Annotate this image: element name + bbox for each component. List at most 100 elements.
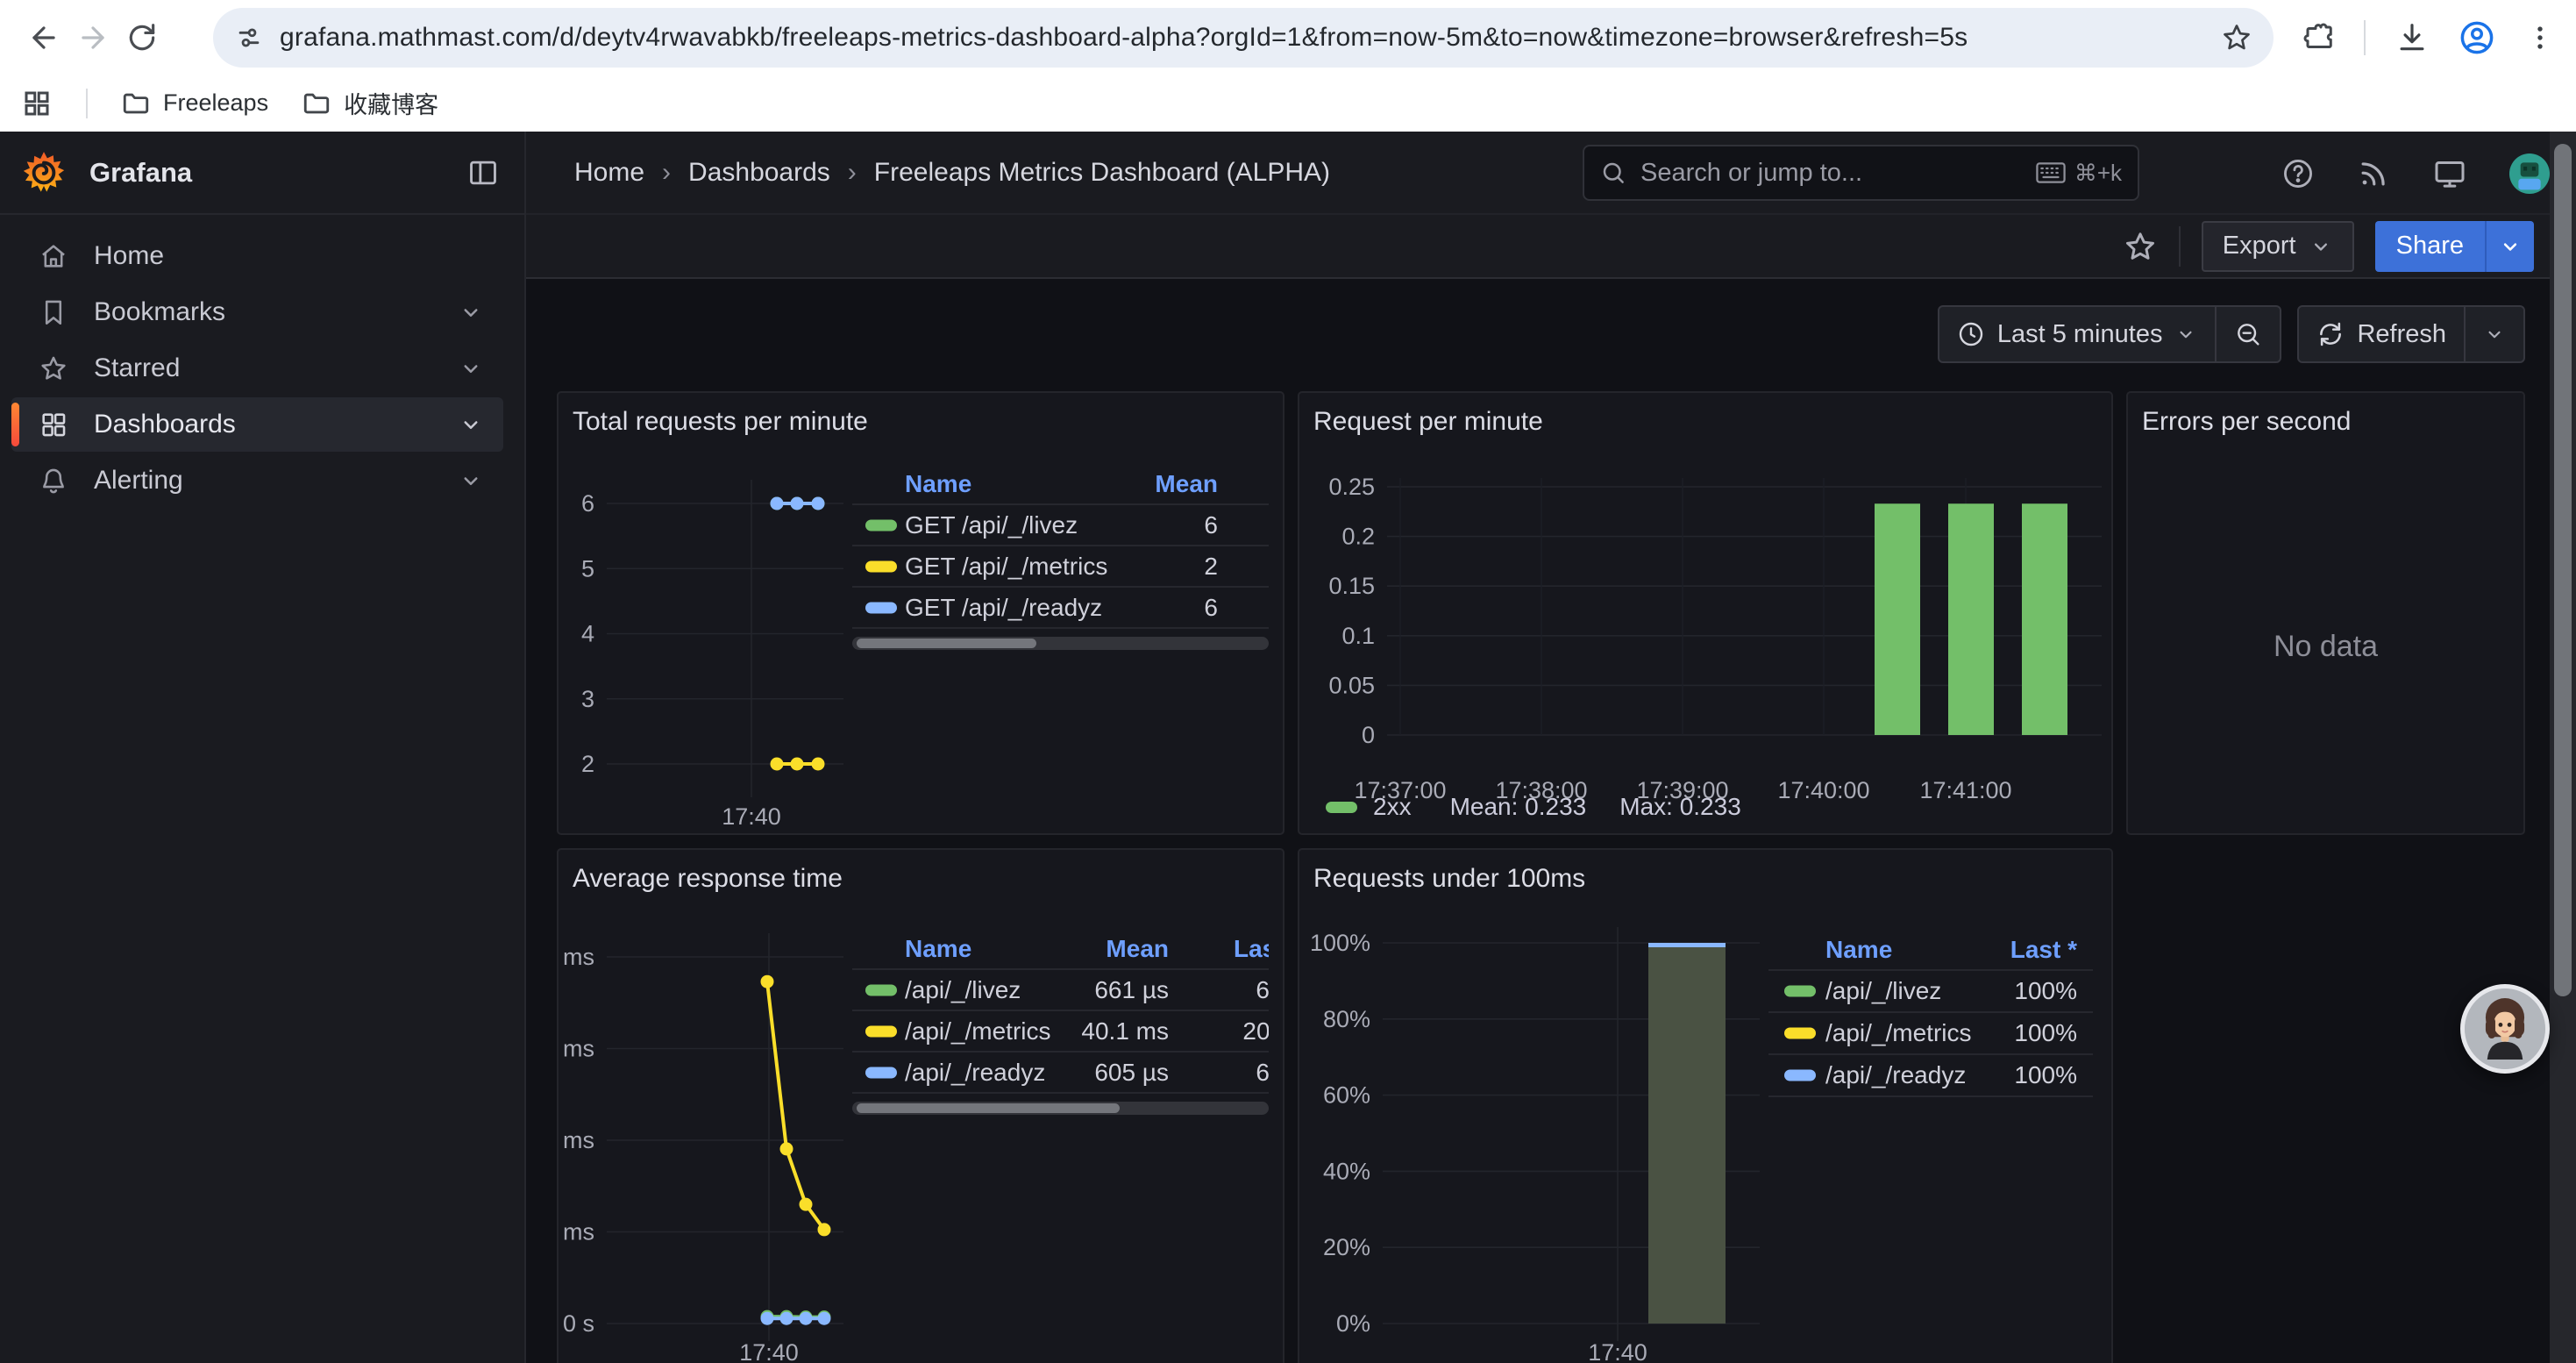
legend-row[interactable]: /api/_/readyz100% xyxy=(1768,1055,2093,1097)
panel-title[interactable]: Request per minute xyxy=(1313,407,1543,437)
reload-icon xyxy=(125,21,159,54)
legend-row[interactable]: GET /api/_/livez6 xyxy=(852,505,1269,546)
breadcrumb-home[interactable]: Home xyxy=(574,158,644,188)
svg-text:0.15: 0.15 xyxy=(1328,573,1375,599)
download-icon[interactable] xyxy=(2395,21,2429,54)
legend-scrollbar-thumb[interactable] xyxy=(857,639,1036,648)
svg-text:0 s: 0 s xyxy=(563,1310,594,1337)
series-color-pill xyxy=(1784,986,1816,997)
legend-cell: 100% xyxy=(2014,1061,2077,1089)
url-text[interactable]: grafana.mathmast.com/d/deytv4rwavabkb/fr… xyxy=(280,23,2221,53)
panel-title[interactable]: Average response time xyxy=(573,864,843,894)
series-color-pill xyxy=(865,602,897,613)
bookmark-folder-blogs[interactable]: 收藏博客 xyxy=(302,86,438,120)
page-scrollbar-thumb[interactable] xyxy=(2554,144,2572,996)
breadcrumb-dashboards[interactable]: Dashboards xyxy=(688,158,830,188)
news-rss-icon[interactable] xyxy=(2357,157,2390,190)
browser-back-button[interactable] xyxy=(19,13,68,62)
grafana-main: Home › Dashboards › Freeleaps Metrics Da… xyxy=(526,132,2576,1363)
site-settings-icon[interactable] xyxy=(234,23,264,53)
refresh-interval-dropdown[interactable] xyxy=(2464,307,2523,361)
panel-errors-per-second[interactable]: Errors per second No data xyxy=(2126,391,2525,835)
browser-forward-button[interactable] xyxy=(68,13,117,62)
sidebar-item-alerting[interactable]: Alerting xyxy=(11,453,503,508)
sidebar-item-dashboards[interactable]: Dashboards xyxy=(11,397,503,452)
panel-title[interactable]: Errors per second xyxy=(2142,407,2351,437)
zoom-out-button[interactable] xyxy=(2215,307,2280,361)
legend-row[interactable]: GET /api/_/metrics2 xyxy=(852,546,1269,588)
time-range-picker[interactable]: Last 5 minutes xyxy=(1939,307,2216,361)
legend-column-header[interactable]: Mean xyxy=(1155,470,1218,498)
sidebar-item-home[interactable]: Home xyxy=(11,229,503,283)
legend-series-name[interactable]: 2xx xyxy=(1373,793,1412,821)
legend-cell: /api/_/metrics xyxy=(905,1017,1051,1045)
series-color-pill xyxy=(1784,1028,1816,1039)
legend-scrollbar-track[interactable] xyxy=(852,1102,1269,1115)
sidebar-item-label: Starred xyxy=(94,353,180,383)
legend-cell: GET /api/_/metrics xyxy=(905,553,1107,581)
legend-row[interactable]: /api/_/metrics100% xyxy=(1768,1013,2093,1055)
panel-title[interactable]: Requests under 100ms xyxy=(1313,864,1585,894)
chevron-down-icon[interactable] xyxy=(458,467,484,494)
legend-row[interactable]: /api/_/livez100% xyxy=(1768,971,2093,1013)
breadcrumb-current: Freeleaps Metrics Dashboard (ALPHA) xyxy=(874,158,1330,188)
sidebar-collapse-icon[interactable] xyxy=(466,156,500,189)
legend-column-header[interactable]: Name xyxy=(905,470,971,498)
arrow-left-icon xyxy=(27,21,60,54)
export-button[interactable]: Export xyxy=(2202,221,2354,272)
total-requests-legend-table: NameMeanGET /api/_/livez6GET /api/_/metr… xyxy=(852,465,1269,650)
page-scrollbar-track[interactable] xyxy=(2550,132,2576,1363)
bookmarks-bar: Freeleaps 收藏博客 xyxy=(0,75,2576,132)
browser-reload-button[interactable] xyxy=(117,13,167,62)
help-icon[interactable] xyxy=(2281,157,2315,190)
chevron-down-icon[interactable] xyxy=(458,411,484,438)
user-avatar[interactable] xyxy=(2509,153,2550,194)
share-dropdown-button[interactable] xyxy=(2485,221,2534,272)
legend-column-header[interactable]: Mean xyxy=(1106,935,1169,963)
apps-grid-icon[interactable] xyxy=(21,88,53,119)
bookmark-star-icon[interactable] xyxy=(2221,22,2252,54)
legend-row[interactable]: GET /api/_/readyz6 xyxy=(852,588,1269,629)
search-input[interactable]: Search or jump to... ⌘+k xyxy=(1583,145,2139,201)
legend-scrollbar-thumb[interactable] xyxy=(857,1103,1120,1113)
chevron-down-icon[interactable] xyxy=(458,355,484,382)
svg-text:80%: 80% xyxy=(1323,1006,1370,1032)
chevron-down-icon[interactable] xyxy=(458,299,484,325)
bookmark-folder-freeleaps[interactable]: Freeleaps xyxy=(121,89,268,118)
panel-average-response-time[interactable]: Average response time 80 ms60 ms40 ms20 … xyxy=(557,848,1284,1363)
address-bar[interactable]: grafana.mathmast.com/d/deytv4rwavabkb/fr… xyxy=(213,8,2274,68)
legend-row[interactable]: /api/_/metrics40.1 ms20.5 ms xyxy=(852,1011,1269,1053)
keyboard-icon xyxy=(2036,161,2066,184)
menu-kebab-icon[interactable] xyxy=(2525,23,2555,53)
svg-text:17:40: 17:40 xyxy=(722,803,781,830)
legend-row[interactable]: /api/_/livez661 µs646 µs xyxy=(852,970,1269,1011)
sidebar-nav: Home Bookmarks Starred Dashboards Alerti… xyxy=(0,215,524,508)
series-color-pill xyxy=(865,560,897,572)
legend-column-header[interactable]: Last * xyxy=(2010,936,2077,964)
request-per-minute-legend: 2xx Mean: 0.233 Max: 0.233 xyxy=(1326,793,1775,821)
panel-title[interactable]: Total requests per minute xyxy=(573,407,868,437)
legend-column-header[interactable]: Name xyxy=(1825,936,1892,964)
floating-assistant-avatar[interactable] xyxy=(2460,984,2550,1074)
panel-total-requests[interactable]: Total requests per minute 6543217:40 Nam… xyxy=(557,391,1284,835)
series-color-pill xyxy=(865,984,897,995)
legend-cell: 620 µs xyxy=(1256,1059,1269,1087)
legend-row[interactable]: /api/_/readyz605 µs620 µs xyxy=(852,1053,1269,1094)
grafana-logo[interactable] xyxy=(21,150,67,196)
monitor-icon[interactable] xyxy=(2432,156,2467,191)
panel-requests-under-100ms[interactable]: Requests under 100ms 100%80%60%40%20%0%1… xyxy=(1298,848,2113,1363)
share-button[interactable]: Share xyxy=(2375,221,2485,272)
sidebar-item-starred[interactable]: Starred xyxy=(11,341,503,396)
extensions-icon[interactable] xyxy=(2302,22,2334,54)
legend-column-header[interactable]: Last * xyxy=(1234,935,1269,963)
legend-cell: /api/_/livez xyxy=(905,976,1021,1004)
sidebar-item-bookmarks[interactable]: Bookmarks xyxy=(11,285,503,339)
legend-scrollbar-track[interactable] xyxy=(852,637,1269,650)
favorite-star-icon[interactable] xyxy=(2123,229,2158,264)
series-color-pill xyxy=(865,1067,897,1078)
panel-request-per-minute[interactable]: Request per minute 0.250.20.150.10.05017… xyxy=(1298,391,2113,835)
refresh-button[interactable]: Refresh xyxy=(2299,307,2464,361)
legend-column-header[interactable]: Name xyxy=(905,935,971,963)
svg-text:17:41:00: 17:41:00 xyxy=(1919,777,2011,803)
profile-icon[interactable] xyxy=(2459,19,2495,56)
